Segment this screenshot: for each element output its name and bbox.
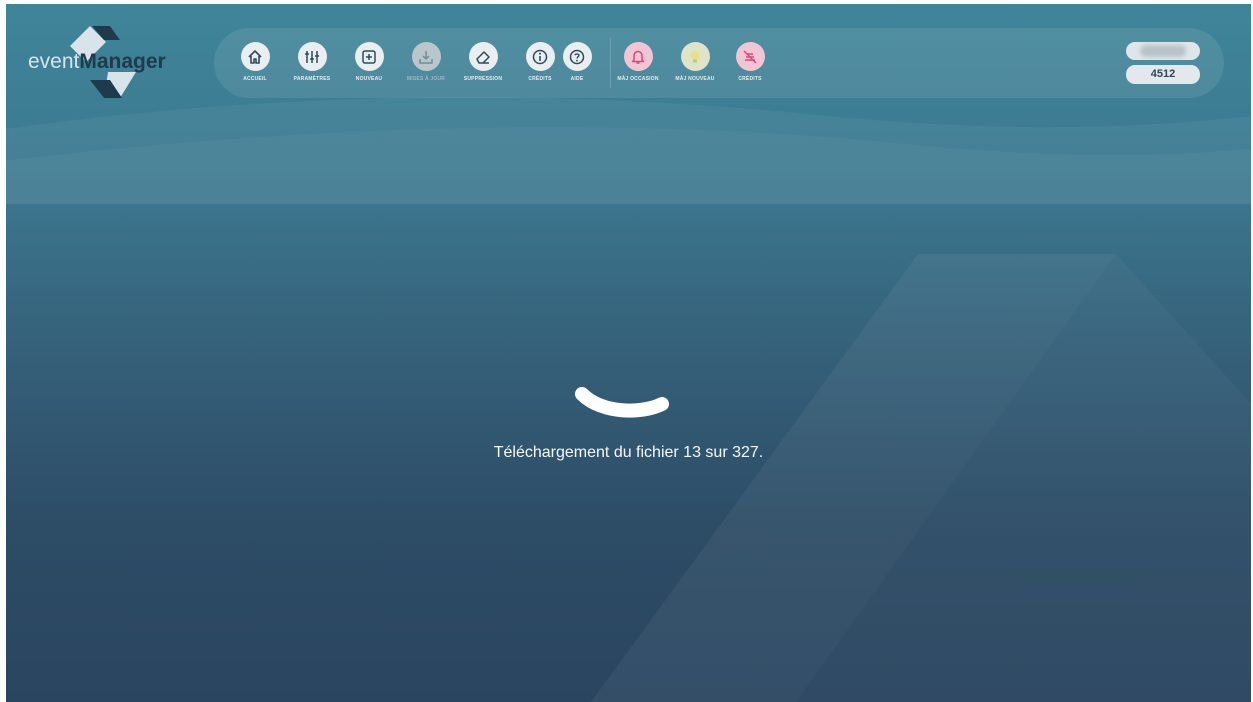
- loading-spinner: [575, 387, 669, 418]
- toolbar-label: NOUVEAU: [355, 76, 383, 82]
- app-logo[interactable]: eventManager: [28, 26, 208, 102]
- bulb-icon: [680, 42, 710, 71]
- toolbar-button-accueil[interactable]: ACCUEIL: [227, 36, 283, 90]
- toolbar-button-suppression[interactable]: SUPPRESSION: [455, 36, 511, 90]
- toolbar-button-credits-alert[interactable]: CRÉDITS: [722, 36, 778, 90]
- toolbar-button-aide[interactable]: AIDE: [549, 36, 605, 90]
- user-code-pill[interactable]: 4512: [1126, 65, 1200, 84]
- user-name-blurred: [1140, 45, 1186, 57]
- logo-text: eventManager: [28, 50, 166, 74]
- toolbar-label: PARAMÈTRES: [293, 76, 331, 82]
- plus-square-icon: [354, 42, 384, 71]
- sliders-icon: [297, 42, 327, 71]
- toolbar-label: MÀJ OCCASION: [617, 76, 659, 82]
- eraser-icon: [468, 42, 498, 71]
- toolbar-label: MISES À JOUR: [406, 76, 446, 82]
- toolbar-button-parametres[interactable]: PARAMÈTRES: [284, 36, 340, 90]
- home-icon: [240, 42, 270, 71]
- toolbar-label: CRÉDITS: [738, 76, 762, 82]
- main-toolbar: ACCUEIL PARAMÈTRES NOUVEAU MISES À JOUR: [214, 28, 1224, 98]
- download-icon: [411, 42, 441, 71]
- logo-word-manager: Manager: [79, 50, 166, 73]
- toolbar-button-mises-a-jour[interactable]: MISES À JOUR: [398, 36, 454, 90]
- toolbar-button-maj-nouveau[interactable]: MÀJ NOUVEAU: [667, 36, 723, 90]
- toolbar-label: SUPPRESSION: [463, 76, 503, 82]
- app-background: eventManager ACCUEIL PARAMÈTRES NOUVEAU: [6, 4, 1251, 702]
- help-icon: [562, 42, 592, 71]
- loading-status-text: Téléchargement du fichier 13 sur 327.: [493, 444, 764, 461]
- toolbar-button-maj-occasion[interactable]: MÀJ OCCASION: [610, 36, 666, 90]
- bell-icon: [623, 42, 653, 71]
- credits-off-icon: [735, 42, 765, 71]
- user-name-pill[interactable]: [1126, 42, 1200, 60]
- toolbar-button-nouveau[interactable]: NOUVEAU: [341, 36, 397, 90]
- toolbar-label: ACCUEIL: [243, 76, 267, 82]
- toolbar-label: AIDE: [570, 76, 584, 82]
- toolbar-label: MÀJ NOUVEAU: [675, 76, 715, 82]
- background-diagonal-shape: [591, 254, 1116, 702]
- logo-word-event: event: [28, 50, 80, 73]
